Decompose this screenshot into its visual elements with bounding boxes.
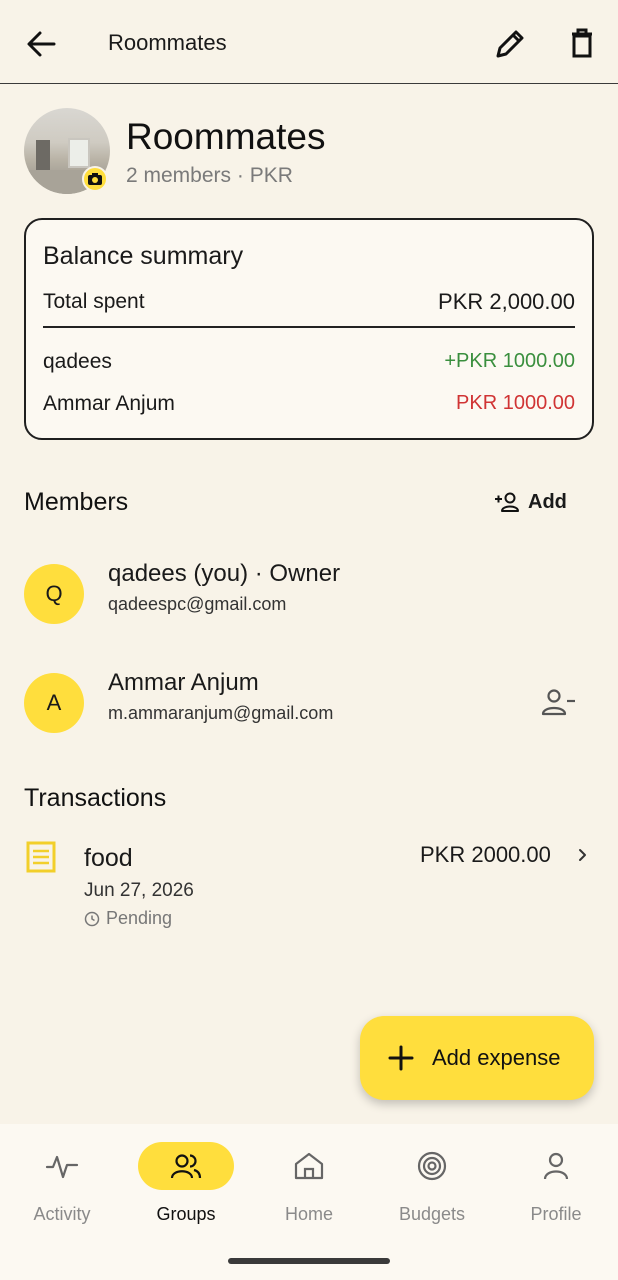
- system-home-indicator[interactable]: [228, 1258, 390, 1264]
- bottom-navigation: Activity Groups Home Budgets Profile: [0, 1124, 618, 1280]
- delete-button[interactable]: [562, 24, 602, 64]
- transaction-amount: PKR 2000.00: [420, 842, 551, 867]
- nav-label: Activity: [33, 1204, 91, 1224]
- receipt-icon: [26, 841, 56, 873]
- nav-pill: [508, 1142, 604, 1190]
- add-member-button[interactable]: Add: [494, 486, 578, 518]
- nav-pill: [384, 1142, 480, 1190]
- target-icon: [417, 1151, 447, 1181]
- remove-person-icon: [541, 689, 575, 716]
- nav-item-groups[interactable]: Groups: [124, 1142, 248, 1232]
- arrow-left-icon: [27, 31, 56, 57]
- nav-label: Budgets: [398, 1204, 466, 1224]
- group-header: Roommates 2 members · PKR: [24, 108, 594, 198]
- nav-pill: [261, 1142, 357, 1190]
- add-expense-button[interactable]: Add expense: [360, 1016, 594, 1100]
- nav-label: Home: [284, 1204, 333, 1224]
- group-name: Roommates: [126, 116, 326, 157]
- plus-icon: [388, 1045, 414, 1071]
- nav-item-home[interactable]: Home: [247, 1142, 371, 1232]
- member-name: qadees (you) · Owner: [108, 560, 341, 587]
- nav-pill: [138, 1142, 234, 1190]
- member-email: m.ammaranjum@gmail.com: [108, 703, 334, 723]
- app-bar: Roommates: [0, 0, 618, 84]
- divider: [43, 326, 575, 328]
- remove-member-button[interactable]: [538, 685, 578, 721]
- app-bar-title: Roommates: [108, 30, 227, 55]
- balance-row-name: Ammar Anjum: [43, 392, 175, 415]
- member-email: qadeespc@gmail.com: [108, 594, 287, 614]
- camera-icon: [88, 173, 102, 185]
- balance-row-name: qadees: [43, 350, 112, 373]
- add-member-label: Add: [528, 490, 567, 513]
- balance-row-amount: PKR 1000.00: [456, 392, 575, 414]
- transaction-status: Pending: [84, 908, 172, 929]
- member-row[interactable]: Q qadees (you) · Owner qadeespc@gmail.co…: [24, 560, 594, 630]
- member-name: Ammar Anjum: [108, 669, 259, 696]
- clock-icon: [84, 911, 100, 926]
- trash-icon: [572, 28, 592, 58]
- home-icon: [294, 1152, 324, 1180]
- balance-row-amount: +PKR 1000.00: [444, 350, 575, 372]
- add-expense-label: Add expense: [432, 1045, 561, 1070]
- profile-icon: [543, 1152, 569, 1180]
- edit-button[interactable]: [490, 24, 530, 64]
- activity-icon: [45, 1155, 79, 1179]
- nav-label: Profile: [530, 1204, 582, 1224]
- pencil-icon: [496, 30, 524, 58]
- total-spent-label: Total spent: [43, 290, 145, 313]
- group-meta: 2 members · PKR: [126, 164, 293, 187]
- add-person-icon: [495, 492, 519, 512]
- member-avatar: Q: [24, 564, 84, 624]
- nav-label: Groups: [156, 1204, 216, 1224]
- back-button[interactable]: [22, 26, 62, 62]
- transaction-name: food: [84, 844, 133, 872]
- total-spent-value: PKR 2,000.00: [438, 289, 575, 314]
- nav-pill: [14, 1142, 110, 1190]
- transaction-status-label: Pending: [106, 908, 173, 928]
- transaction-date: Jun 27, 2026: [84, 880, 194, 901]
- change-photo-button[interactable]: [82, 166, 108, 192]
- nav-item-profile[interactable]: Profile: [494, 1142, 618, 1232]
- groups-icon: [170, 1154, 202, 1179]
- photo-window: [68, 138, 90, 168]
- nav-item-budgets[interactable]: Budgets: [370, 1142, 494, 1232]
- balance-summary-card: Balance summary Total spent PKR 2,000.00…: [24, 218, 594, 440]
- balance-summary-title: Balance summary: [43, 242, 244, 270]
- transaction-row[interactable]: food Jun 27, 2026 Pending PKR 2000.00: [24, 836, 594, 936]
- transactions-title: Transactions: [24, 784, 167, 812]
- members-title: Members: [24, 488, 129, 516]
- member-row[interactable]: A Ammar Anjum m.ammaranjum@gmail.com: [24, 669, 594, 739]
- nav-item-activity[interactable]: Activity: [0, 1142, 124, 1232]
- chevron-right-icon: [579, 849, 586, 861]
- member-avatar: A: [24, 673, 84, 733]
